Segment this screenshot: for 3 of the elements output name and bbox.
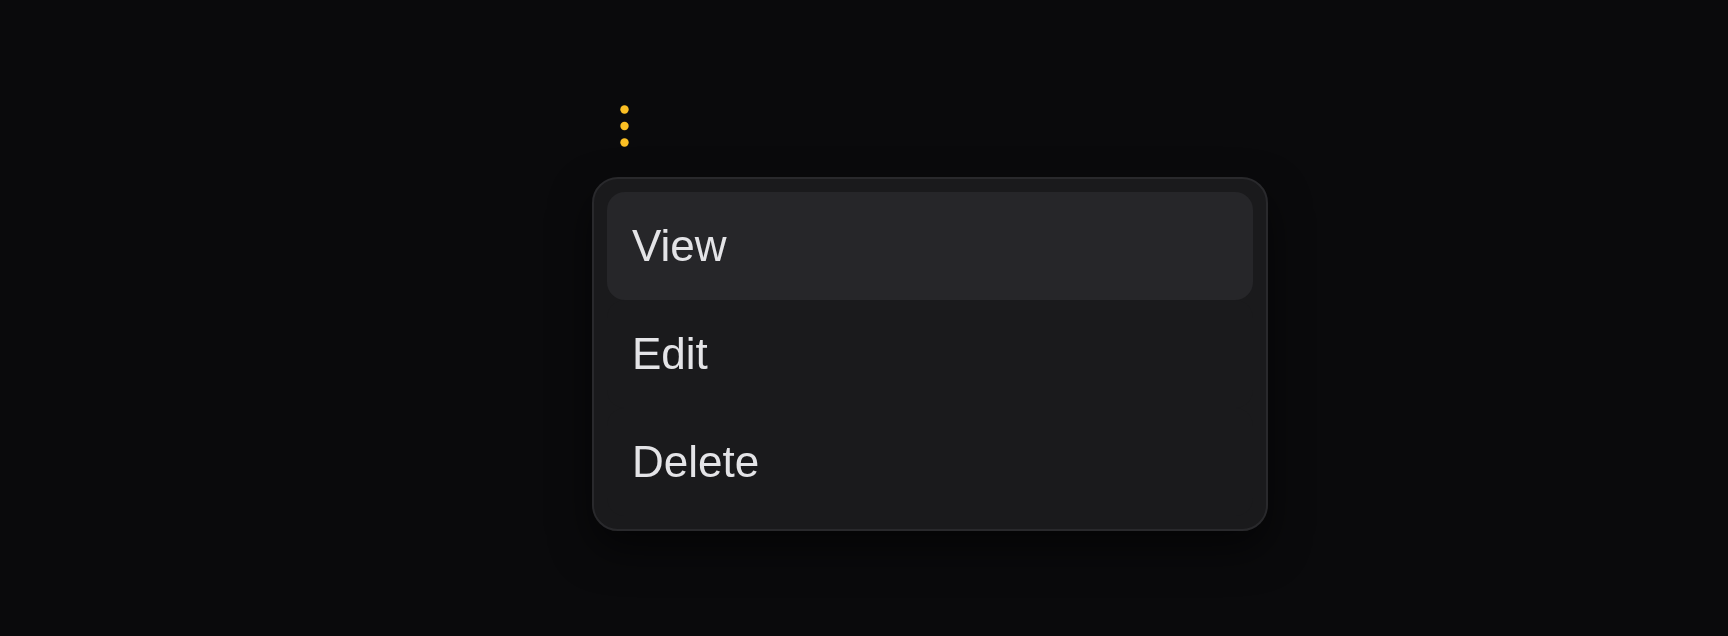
menu-item[interactable]: View	[607, 192, 1253, 300]
more-vertical-icon	[620, 105, 629, 147]
more-button[interactable]	[620, 105, 629, 147]
